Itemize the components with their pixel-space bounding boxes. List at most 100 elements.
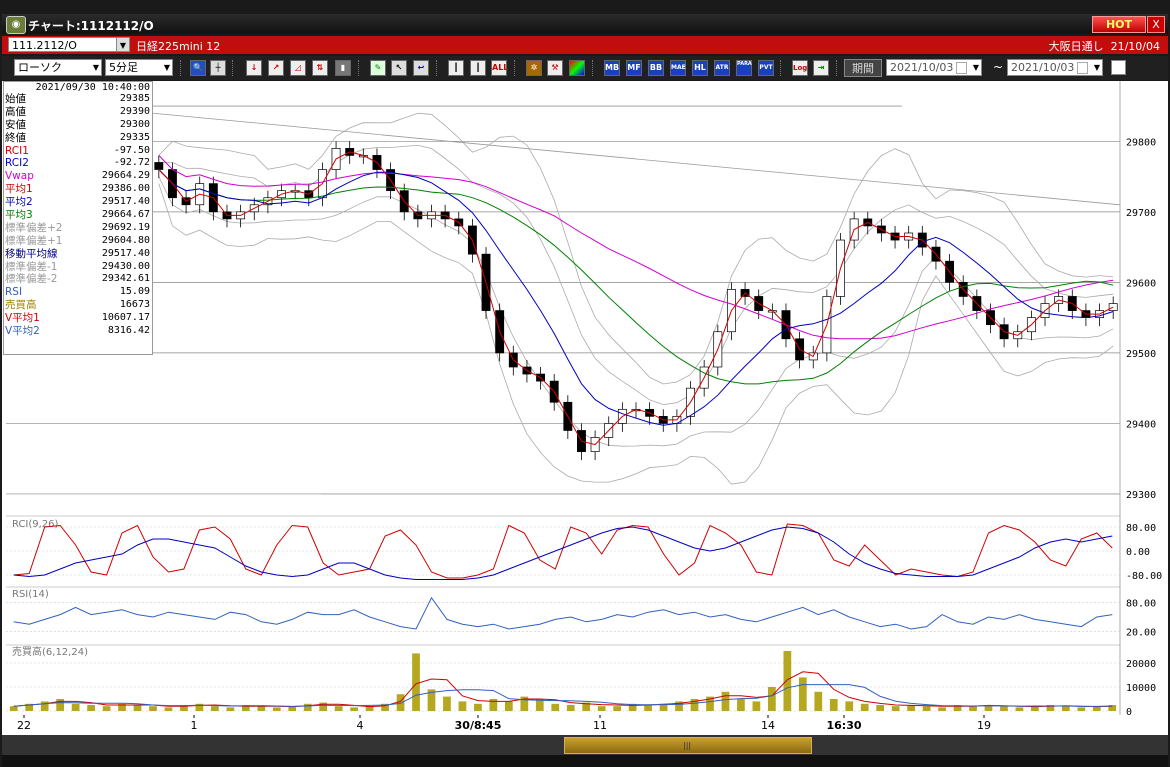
info-row: Vwap 29664.29	[4, 170, 152, 183]
mae-button[interactable]: MAE	[670, 60, 686, 76]
mf-button[interactable]: MF	[626, 60, 642, 76]
volume-bar	[350, 707, 358, 711]
crosshair-icon[interactable]: ┼	[210, 60, 226, 76]
info-label: 標準偏差+2	[5, 221, 63, 234]
chart-pattern-icon[interactable]: ◿	[290, 60, 306, 76]
compare-icon[interactable]: ⇅	[312, 60, 328, 76]
all-button[interactable]: ALL	[491, 60, 508, 76]
window-title: チャート:1112112/O	[28, 19, 154, 33]
calendar-icon[interactable]	[1077, 62, 1088, 74]
range-checkbox[interactable]	[1111, 60, 1126, 75]
info-label: 平均3	[5, 209, 33, 222]
undo-icon[interactable]: ↩	[413, 60, 429, 76]
period-button[interactable]: 期間	[844, 59, 882, 77]
info-value: 29517.40	[101, 196, 150, 208]
info-label: RCI1	[5, 144, 29, 157]
time-tick-label: 19	[977, 719, 991, 732]
info-label: Vwap	[5, 170, 34, 183]
toolbar-divider	[592, 60, 595, 76]
volume-bar	[737, 699, 745, 711]
info-row: RCI2 -92.72	[4, 157, 152, 170]
chart-window: ◉ チャート:1112112/O HOT X 111.2112/O ▼ 日経22…	[0, 0, 1170, 767]
hl-button[interactable]: HL	[692, 60, 708, 76]
navigator-scrollbar[interactable]: |||	[2, 735, 1168, 755]
bb-button[interactable]: BB	[648, 60, 664, 76]
candle-compare-icon[interactable]: ┃	[470, 60, 486, 76]
time-tick-label: 14	[761, 719, 775, 732]
date-to-input[interactable]: 2021/10/03 ▼	[1007, 59, 1103, 76]
color-palette-icon[interactable]	[569, 60, 585, 76]
chart-type-select[interactable]: ローソク ▼	[14, 59, 102, 76]
volume-bar	[474, 703, 482, 711]
chart-canvas[interactable]: 29300 29400 29500 29600 29700 29800 80.00 0.00 -…	[2, 81, 1168, 715]
data-window: 2021/09/30 10:40:00 始値 29385 高値 29390 安値 2930…	[3, 81, 153, 355]
volume-bar	[613, 706, 622, 711]
wrench-icon[interactable]: ⚒	[547, 60, 563, 76]
chart-area[interactable]: 29300 29400 29500 29600 29700 29800 80.00 0.00 -…	[2, 81, 1168, 715]
chart-type-value: ローソク	[18, 61, 62, 74]
info-value: 29342.61	[101, 273, 150, 285]
ma1-line	[158, 151, 1114, 446]
info-value: 29390	[119, 105, 150, 117]
lock-icon[interactable]: ▮	[335, 60, 351, 76]
info-value: -92.72	[113, 157, 150, 169]
rsi-title: RSI(14)	[12, 589, 49, 600]
rsi-tick-label: 20.00	[1126, 627, 1156, 638]
time-axis-canvas: 22 1 4 30/8:45 11 14 16:30 19	[17, 715, 991, 732]
volume-bar	[9, 706, 18, 711]
candle-icon[interactable]: ┃	[448, 60, 464, 76]
chevron-down-icon[interactable]: ▼	[973, 60, 979, 76]
down-trend-icon[interactable]: ↓	[246, 60, 262, 76]
market-name: 大阪日通し	[1048, 40, 1104, 53]
chevron-down-icon[interactable]: ▼	[1094, 60, 1100, 76]
gear-icon[interactable]: ✲	[526, 60, 542, 76]
calendar-icon[interactable]	[956, 62, 967, 74]
price-tick-label: 29500	[1126, 349, 1156, 360]
scroll-thumb[interactable]: |||	[564, 737, 812, 754]
pvt-button[interactable]: PVT	[758, 60, 774, 76]
pointer-icon[interactable]: ↖	[391, 60, 407, 76]
log-button[interactable]: Log	[792, 60, 808, 76]
volume-bar	[922, 706, 931, 711]
info-label: 高値	[5, 105, 26, 118]
instrument-bar: 111.2112/O ▼ 日経225mini 12 大阪日通し 21/10/04	[2, 36, 1168, 54]
price-tick-label: 29700	[1126, 208, 1156, 219]
info-row: 高値 29390	[4, 106, 152, 119]
export-icon[interactable]: ⇥	[813, 60, 829, 76]
close-button[interactable]: X	[1147, 16, 1165, 33]
instrument-name: 日経225mini 12	[136, 40, 221, 53]
title-bar[interactable]: ◉ チャート:1112112/O HOT X	[2, 14, 1168, 34]
info-value: 29517.40	[101, 247, 150, 259]
info-value: 29386.00	[101, 183, 150, 195]
toolbar-divider	[514, 60, 517, 76]
interval-select[interactable]: 5分足 ▼	[105, 59, 173, 76]
mb-button[interactable]: MB	[604, 60, 620, 76]
volume-bar	[597, 706, 606, 711]
volume-bar	[644, 705, 652, 711]
hot-button[interactable]: HOT	[1092, 16, 1146, 33]
volume-bar	[814, 691, 823, 711]
volume-bar	[504, 701, 513, 711]
zoom-icon[interactable]: 🔍	[190, 60, 206, 76]
time-tick-label: 22	[17, 719, 31, 732]
volume-bar	[412, 653, 420, 711]
volume-bar	[891, 706, 900, 711]
atr-button[interactable]: ATR	[714, 60, 730, 76]
toolbar-divider	[180, 60, 183, 76]
up-trend-icon[interactable]: ↗	[268, 60, 284, 76]
info-row: 移動平均線 29517.40	[4, 248, 152, 261]
pencil-icon[interactable]: ✎	[370, 60, 386, 76]
volume-bar	[149, 706, 157, 711]
info-value: 29430.00	[101, 260, 150, 272]
info-row: RSI 15.09	[4, 286, 152, 299]
bottom-strip	[2, 755, 1168, 767]
instrument-code-input[interactable]: 111.2112/O	[8, 37, 118, 52]
instrument-dropdown-button[interactable]: ▼	[116, 37, 130, 52]
info-value: -97.50	[113, 144, 150, 156]
info-label: V平均2	[5, 325, 40, 338]
para-button[interactable]: PARA	[736, 60, 752, 76]
ma2-line	[158, 169, 1114, 426]
info-label: 安値	[5, 118, 26, 131]
volume-bar	[40, 701, 49, 711]
date-from-input[interactable]: 2021/10/03 ▼	[886, 59, 982, 76]
